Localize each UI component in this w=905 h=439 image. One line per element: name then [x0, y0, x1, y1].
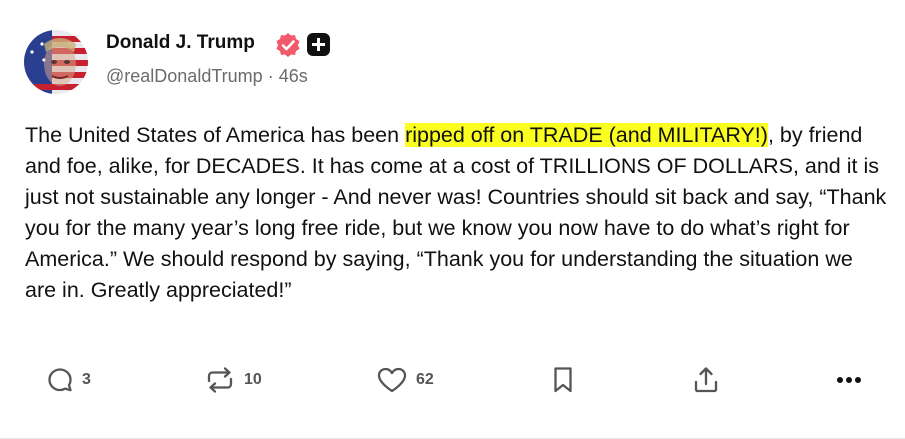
handle-row: @realDonaldTrump · 46s	[106, 66, 308, 87]
post-card: Donald J. Trump @realDonaldTrump · 46s T…	[0, 0, 905, 439]
more-icon	[837, 377, 861, 383]
post-body: The United States of America has been ri…	[25, 120, 887, 306]
reply-button[interactable]: 3	[46, 360, 91, 400]
repost-button[interactable]: 10	[204, 360, 262, 400]
share-button[interactable]	[691, 360, 721, 400]
repost-icon	[207, 367, 233, 393]
bookmark-button[interactable]	[551, 360, 575, 400]
author-handle[interactable]: @realDonaldTrump	[106, 66, 263, 86]
author-name[interactable]: Donald J. Trump	[106, 32, 255, 54]
reply-icon	[48, 368, 72, 392]
share-icon	[694, 367, 718, 393]
meta-separator: ·	[267, 66, 274, 86]
like-button[interactable]: 62	[376, 360, 434, 400]
reply-count: 3	[82, 371, 91, 388]
repost-count: 10	[244, 371, 262, 388]
highlighted-text: ripped off on TRADE (and MILITARY!)	[405, 123, 768, 147]
post-text-after: , by friend and foe, alike, for DECADES.…	[25, 123, 887, 302]
avatar[interactable]	[24, 30, 88, 94]
verified-badge-icon	[276, 33, 300, 57]
heart-icon	[377, 367, 407, 393]
bookmark-icon	[554, 367, 572, 393]
post-timestamp[interactable]: 46s	[279, 66, 308, 86]
action-bar: 3 10 62	[0, 360, 905, 400]
plus-badge-icon	[307, 33, 330, 56]
like-count: 62	[416, 371, 434, 388]
post-text-before: The United States of America has been	[25, 123, 406, 147]
more-options-button[interactable]	[834, 360, 866, 400]
